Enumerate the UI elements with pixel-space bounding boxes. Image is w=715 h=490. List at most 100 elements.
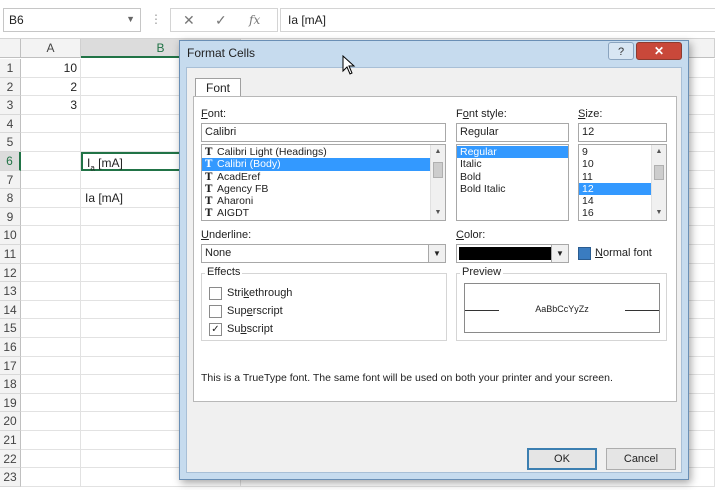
font-list-item[interactable]: T Calibri Light (Headings) xyxy=(202,146,445,158)
row-header[interactable]: 9 xyxy=(0,207,21,227)
color-label: Color: xyxy=(456,229,486,241)
column-header-a[interactable]: A xyxy=(21,39,81,58)
row-header[interactable]: 12 xyxy=(0,263,21,283)
close-button[interactable]: ✕ xyxy=(636,42,682,60)
row-header[interactable]: 20 xyxy=(0,412,21,431)
font-list-item[interactable]: T Calibri (Body) xyxy=(202,158,445,171)
preview-box: AaBbCcYyZz xyxy=(464,283,660,333)
row-header[interactable]: 21 xyxy=(0,431,21,450)
superscript-checkbox[interactable] xyxy=(209,305,222,318)
cell-a14[interactable] xyxy=(21,300,81,320)
row-header[interactable]: 3 xyxy=(0,96,21,115)
font-style-list-item[interactable]: Italic xyxy=(457,158,568,170)
cancel-button[interactable]: Cancel xyxy=(606,448,676,470)
chevron-down-icon[interactable]: ▼ xyxy=(126,14,135,24)
cell-a8[interactable] xyxy=(21,189,81,208)
insert-function-icon[interactable]: fx xyxy=(249,13,260,27)
dialog-body: Font Font: Calibri T Calibri Light (Headi… xyxy=(186,67,682,473)
font-list-item[interactable]: T AcadEref xyxy=(202,171,445,183)
cell-a6[interactable] xyxy=(21,152,81,171)
row-header[interactable]: 4 xyxy=(0,114,21,134)
mouse-pointer-icon xyxy=(342,55,356,75)
cell-a23[interactable] xyxy=(21,468,81,487)
font-list-item[interactable]: T AIGDT xyxy=(202,207,445,219)
font-list-item[interactable]: T Aharoni xyxy=(202,195,445,207)
formula-input[interactable]: Ia [mA] xyxy=(280,8,715,32)
chevron-down-icon[interactable]: ▼ xyxy=(428,245,445,262)
scroll-thumb[interactable] xyxy=(433,162,443,178)
font-style-list[interactable]: Regular Italic Bold Bold Italic xyxy=(456,144,569,221)
cell-a21[interactable] xyxy=(21,431,81,450)
size-list-item-label: 10 xyxy=(582,158,594,171)
cell-a10[interactable] xyxy=(21,226,81,245)
row-header[interactable]: 14 xyxy=(0,300,21,320)
row-header[interactable]: 22 xyxy=(0,449,21,469)
row-header[interactable]: 1 xyxy=(0,59,21,78)
cell-a2[interactable]: 2 xyxy=(21,77,81,97)
cell-a22[interactable] xyxy=(21,449,81,469)
size-input[interactable]: 12 xyxy=(578,123,667,142)
row-header[interactable]: 10 xyxy=(0,226,21,245)
cell-a18[interactable] xyxy=(21,375,81,394)
scroll-up-icon[interactable]: ▲ xyxy=(652,145,666,159)
row-header[interactable]: 16 xyxy=(0,338,21,357)
enter-icon[interactable]: ✓ xyxy=(215,12,227,29)
cell-a12[interactable] xyxy=(21,263,81,283)
cell-a19[interactable] xyxy=(21,393,81,413)
scroll-up-icon[interactable]: ▲ xyxy=(431,145,445,159)
cell-a16[interactable] xyxy=(21,338,81,357)
cell-a9[interactable] xyxy=(21,207,81,227)
row-header[interactable]: 18 xyxy=(0,375,21,394)
scroll-thumb[interactable] xyxy=(654,165,664,180)
row-header[interactable]: 8 xyxy=(0,189,21,208)
cell-a1[interactable]: 10 xyxy=(21,59,81,78)
size-list-item-label: 11 xyxy=(582,170,593,183)
cell-a13[interactable] xyxy=(21,282,81,301)
row-header[interactable]: 19 xyxy=(0,393,21,413)
drag-handle-icon[interactable]: ⋮ xyxy=(150,12,162,26)
tab-font[interactable]: Font xyxy=(195,78,241,97)
ok-button[interactable]: OK xyxy=(527,448,597,470)
cancel-icon[interactable]: ✕ xyxy=(183,12,195,29)
font-list-item-label: Aharoni xyxy=(217,195,254,208)
row-header[interactable]: 2 xyxy=(0,77,21,97)
font-list[interactable]: T Calibri Light (Headings) T Calibri (Body)… xyxy=(201,144,446,221)
row-header[interactable]: 5 xyxy=(0,133,21,152)
scroll-down-icon[interactable]: ▼ xyxy=(431,206,445,220)
cell-a5[interactable] xyxy=(21,133,81,152)
cell-a3[interactable]: 3 xyxy=(21,96,81,115)
help-button[interactable]: ? xyxy=(608,42,634,60)
cell-a17[interactable] xyxy=(21,356,81,376)
font-style-input[interactable]: Regular xyxy=(456,123,569,142)
formula-buttons: ✕ ✓ fx xyxy=(170,8,278,32)
row-header[interactable]: 15 xyxy=(0,319,21,338)
chevron-down-icon[interactable]: ▼ xyxy=(551,245,568,262)
row-header[interactable]: 11 xyxy=(0,245,21,264)
cell-a4[interactable] xyxy=(21,114,81,134)
row-header[interactable]: 6 xyxy=(0,152,21,171)
underline-select[interactable]: None ▼ xyxy=(201,244,446,263)
font-style-list-item[interactable]: Bold xyxy=(457,171,568,183)
cell-a7[interactable] xyxy=(21,170,81,190)
name-box[interactable]: B6 ▼ xyxy=(3,8,141,32)
size-list-scrollbar[interactable]: ▲ ▼ xyxy=(651,145,666,220)
font-list-scrollbar[interactable]: ▲ ▼ xyxy=(430,145,445,220)
cell-a15[interactable] xyxy=(21,319,81,338)
color-select[interactable]: ▼ xyxy=(456,244,569,263)
font-input[interactable]: Calibri xyxy=(201,123,446,142)
strikethrough-checkbox[interactable] xyxy=(209,287,222,300)
font-list-item[interactable]: T Agency FB xyxy=(202,183,445,195)
cell-a11[interactable] xyxy=(21,245,81,264)
subscript-checkbox[interactable]: ✓ xyxy=(209,323,222,336)
row-header[interactable]: 17 xyxy=(0,356,21,376)
normal-font-checkbox[interactable] xyxy=(578,247,591,260)
font-style-list-item[interactable]: Regular xyxy=(457,146,568,159)
row-header[interactable]: 23 xyxy=(0,468,21,487)
row-header[interactable]: 7 xyxy=(0,170,21,190)
cell-a20[interactable] xyxy=(21,412,81,431)
select-all-corner[interactable] xyxy=(0,39,21,58)
row-header[interactable]: 13 xyxy=(0,282,21,301)
font-style-list-item[interactable]: Bold Italic xyxy=(457,183,568,195)
size-list[interactable]: 9 10 11 12 14 16 ▲ ▼ xyxy=(578,144,667,221)
scroll-down-icon[interactable]: ▼ xyxy=(652,206,666,220)
